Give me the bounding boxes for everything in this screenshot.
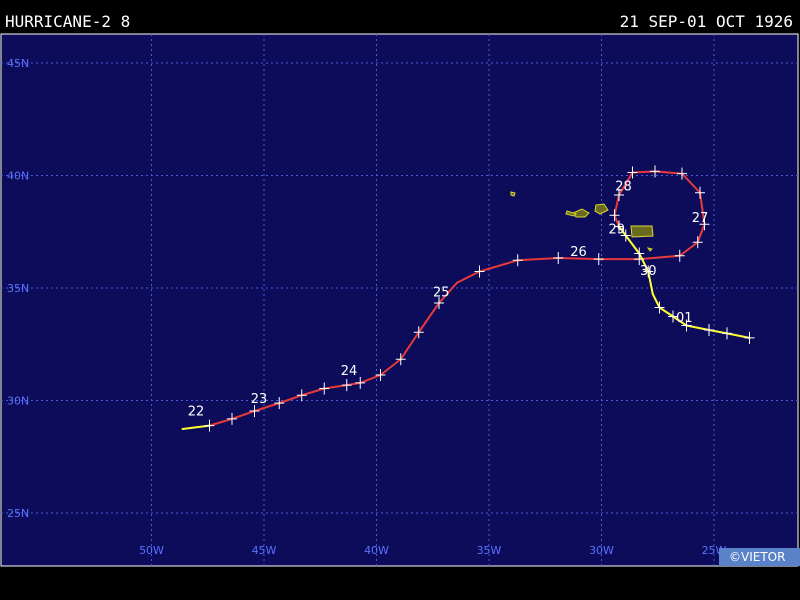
island-sao-miguel <box>630 225 654 238</box>
day-label: 30 <box>640 264 657 279</box>
day-label: 28 <box>615 180 632 195</box>
day-label: 29 <box>608 222 625 237</box>
day-label: 26 <box>570 245 587 260</box>
latitude-label: 35N <box>7 282 29 295</box>
credit-badge: ©VIETOR <box>719 548 800 566</box>
day-label: 24 <box>341 364 358 379</box>
ocean-background <box>0 33 799 567</box>
day-label: 22 <box>188 405 205 420</box>
bottom-bar <box>0 567 800 600</box>
latitude-label: 25N <box>7 507 29 520</box>
storm-name: HURRICANE-2 8 <box>5 12 131 31</box>
longitude-label: 40W <box>364 544 389 557</box>
longitude-label: 30W <box>589 544 614 557</box>
title-bar: HURRICANE-2 8 21 SEP-01 OCT 1926 <box>0 0 800 33</box>
day-label: 23 <box>251 392 268 407</box>
longitude-label: 50W <box>139 544 164 557</box>
storm-track-map: 50W45W40W35W30W25W20W45N40N35N30N25N 222… <box>0 33 799 567</box>
day-label: 27 <box>692 211 709 226</box>
island-flores <box>510 191 516 197</box>
latitude-label: 30N <box>7 395 29 408</box>
day-label: 01 <box>676 311 693 326</box>
latitude-label: 40N <box>7 170 29 183</box>
day-label: 25 <box>433 285 450 300</box>
date-range: 21 SEP-01 OCT 1926 <box>619 12 793 31</box>
latitude-label: 45N <box>7 57 29 70</box>
longitude-label: 45W <box>252 544 277 557</box>
longitude-label: 35W <box>477 544 502 557</box>
